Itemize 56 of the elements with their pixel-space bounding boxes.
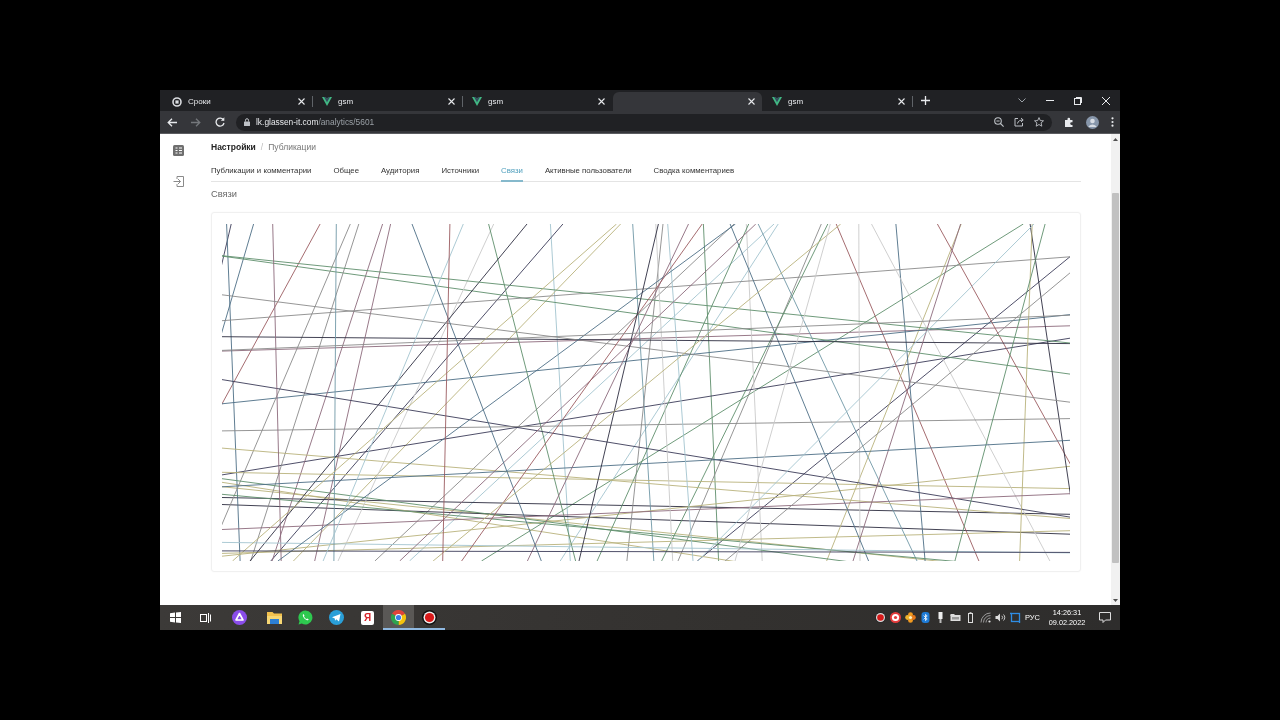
disc-icon[interactable] [889, 612, 901, 623]
browser-tab[interactable]: Сроки [163, 92, 312, 111]
v-logo-icon [472, 97, 482, 106]
ring-icon [172, 96, 182, 107]
star-icon[interactable] [1034, 117, 1044, 127]
close-icon[interactable] [898, 98, 905, 105]
card-icon[interactable] [949, 612, 961, 623]
disc-icon[interactable] [232, 610, 247, 625]
record-icon[interactable] [422, 610, 437, 625]
paper-plane-icon[interactable] [329, 610, 344, 625]
scrollbar-thumb[interactable] [1112, 193, 1119, 563]
breadcrumb-current: Публикации [268, 141, 316, 153]
square-frame-icon[interactable] [1009, 612, 1021, 623]
record-icon[interactable] [874, 612, 886, 623]
browser-tab[interactable]: gsm [763, 92, 912, 111]
restore-icon[interactable] [1074, 96, 1082, 105]
magnifier-icon[interactable] [994, 117, 1004, 127]
task-view-icon[interactable] [199, 612, 211, 623]
lock-icon[interactable] [244, 118, 250, 126]
wifi-icon[interactable] [979, 612, 991, 623]
folder-icon[interactable] [267, 611, 282, 624]
arrow-down-icon[interactable] [1113, 599, 1118, 602]
notifications-icon[interactable] [1099, 612, 1111, 623]
close-icon[interactable] [448, 98, 455, 105]
flower-icon[interactable] [904, 612, 916, 623]
close-icon[interactable] [598, 98, 605, 105]
scrollbar[interactable] [1111, 134, 1120, 605]
reload-icon[interactable] [215, 117, 225, 127]
circle-sectors-icon[interactable] [391, 610, 406, 625]
plus-icon[interactable] [920, 96, 930, 105]
close-icon[interactable] [298, 98, 305, 105]
breadcrumb-link[interactable]: Настройки [211, 141, 256, 153]
taskbar-button[interactable]: Я [352, 605, 383, 630]
avatar-icon[interactable] [1086, 115, 1099, 129]
arrow-up-icon[interactable] [1113, 138, 1118, 141]
speaker-icon[interactable] [994, 612, 1006, 623]
arrow-into-box-icon[interactable] [172, 176, 184, 187]
back-icon[interactable] [167, 117, 177, 127]
browser-tab[interactable]: gsm [313, 92, 462, 111]
forward-icon[interactable] [191, 117, 201, 127]
four-squares-icon[interactable] [169, 612, 181, 623]
list-icon[interactable] [172, 145, 184, 156]
close-icon[interactable] [1102, 96, 1110, 105]
chat-bubble-icon[interactable] [298, 610, 313, 625]
puzzle-icon[interactable] [1064, 117, 1074, 127]
close-icon[interactable] [748, 98, 755, 105]
breadcrumb-separator: / [260, 141, 264, 153]
bluetooth-icon[interactable] [919, 612, 931, 623]
v-logo-icon [322, 97, 332, 106]
section-title: Связи [211, 188, 239, 200]
browser-tab[interactable]: gsm [463, 92, 612, 111]
more-icon[interactable] [1111, 117, 1114, 127]
share-icon[interactable] [1014, 117, 1024, 127]
v-logo-icon [772, 97, 782, 106]
chevron-down-icon[interactable] [1018, 98, 1026, 103]
address-bar[interactable]: lk.glassen-it.com/analytics/5601 [236, 113, 1052, 131]
